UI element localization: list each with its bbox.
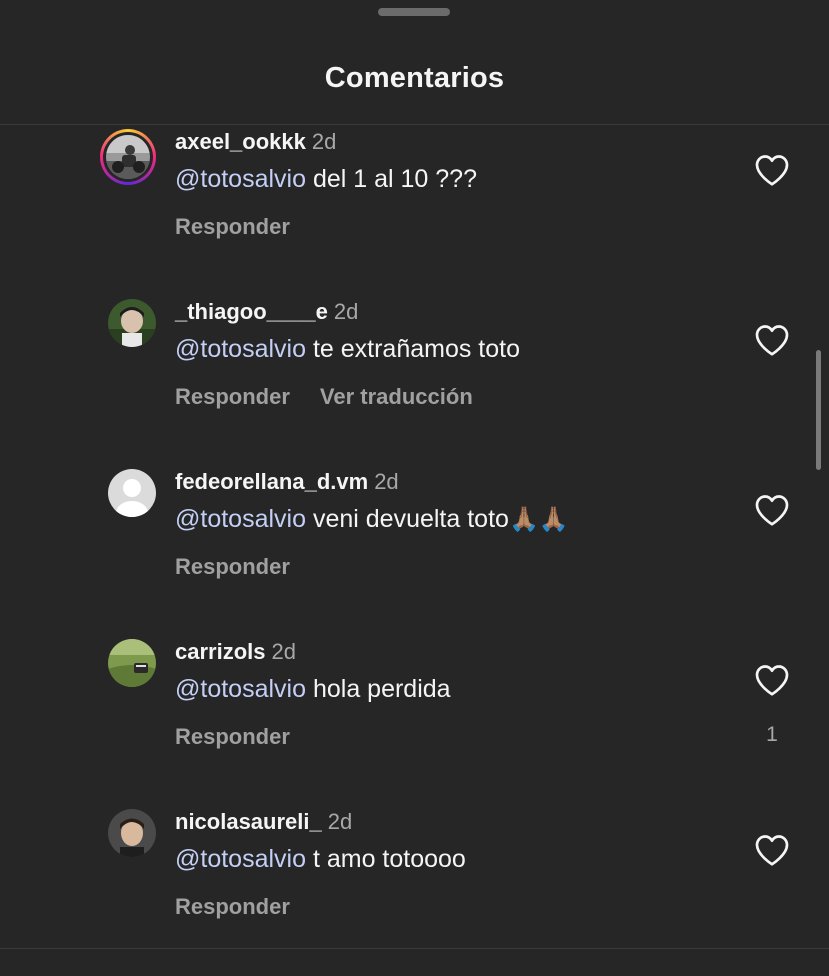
comment-actions: Responder: [175, 554, 290, 580]
comment-text: @totosalvio hola perdida: [175, 675, 451, 704]
comment-item: fedeorellana_d.vm 2d @totosalvio veni dev…: [0, 465, 829, 635]
comment-text: @totosalvio veni devuelta toto🙏🏽🙏🏽: [175, 505, 569, 534]
reply-button[interactable]: Responder: [175, 554, 290, 579]
timestamp: 2d: [374, 469, 399, 494]
comment-actions: Responder: [175, 894, 290, 920]
like-count[interactable]: 1: [752, 723, 792, 747]
comment-actions: Responder Ver traducción: [175, 384, 473, 410]
comment-text: @totosalvio del 1 al 10 ???: [175, 165, 477, 194]
timestamp: 2d: [271, 639, 296, 664]
comment-text: @totosalvio te extrañamos toto: [175, 335, 520, 364]
comment-body: te extrañamos toto: [312, 335, 521, 363]
mention-link[interactable]: @totosalvio: [175, 675, 306, 703]
heart-outline-icon[interactable]: [754, 663, 790, 697]
mention-link[interactable]: @totosalvio: [175, 335, 306, 363]
avatar[interactable]: [108, 299, 156, 347]
avatar[interactable]: [108, 639, 156, 687]
username[interactable]: nicolasaureli_: [175, 809, 322, 834]
mention-link[interactable]: @totosalvio: [175, 505, 306, 533]
reply-button[interactable]: Responder: [175, 894, 290, 919]
praying-hands-emoji: 🙏🏽🙏🏽: [508, 506, 569, 533]
comment-text: @totosalvio t amo totoooo: [175, 845, 466, 874]
drag-handle[interactable]: [378, 8, 450, 16]
comment-meta: fedeorellana_d.vm 2d: [175, 469, 399, 495]
avatar[interactable]: [100, 129, 156, 185]
comment-meta: _thiagoo____e 2d: [175, 299, 358, 325]
translate-button[interactable]: Ver traducción: [320, 384, 473, 409]
comment-item: _thiagoo____e 2d @totosalvio te extrañamo…: [0, 295, 829, 465]
mention-link[interactable]: @totosalvio: [175, 165, 306, 193]
heart-outline-icon[interactable]: [754, 833, 790, 867]
comment-body: veni devuelta toto: [312, 505, 509, 533]
comment-actions: Responder: [175, 724, 290, 750]
timestamp: 2d: [327, 809, 353, 834]
comment-list[interactable]: axeel_ookkk 2d @totosalvio del 1 al 10 ??…: [0, 125, 829, 947]
timestamp: 2d: [333, 299, 359, 324]
reply-button[interactable]: Responder: [175, 384, 290, 409]
comment-meta: nicolasaureli_ 2d: [175, 809, 352, 835]
comment-body: hola perdida: [312, 675, 451, 703]
default-avatar-icon[interactable]: [108, 469, 156, 517]
comment-meta: axeel_ookkk 2d: [175, 129, 336, 155]
reply-button[interactable]: Responder: [175, 214, 290, 239]
comment-actions: Responder: [175, 214, 290, 240]
username[interactable]: carrizols: [175, 639, 266, 664]
heart-outline-icon[interactable]: [754, 323, 790, 357]
bottom-divider: [0, 948, 829, 949]
comment-meta: carrizols 2d: [175, 639, 296, 665]
comments-sheet: Comentarios axeel_ookkk 2d @totosalvio d…: [0, 0, 829, 976]
heart-outline-icon[interactable]: [754, 153, 790, 187]
sheet-title: Comentarios: [324, 62, 505, 94]
username[interactable]: _thiagoo____e: [175, 299, 328, 324]
comment-item: carrizols 2d @totosalvio hola perdida Res…: [0, 635, 829, 805]
heart-outline-icon[interactable]: [754, 493, 790, 527]
timestamp: 2d: [311, 129, 337, 154]
mention-link[interactable]: @totosalvio: [175, 845, 306, 873]
comment-body: del 1 al 10 ???: [312, 165, 477, 193]
comment-item: axeel_ookkk 2d @totosalvio del 1 al 10 ??…: [0, 125, 829, 295]
comment-item: nicolasaureli_ 2d @totosalvio t amo totoo…: [0, 805, 829, 947]
comment-body: t amo totoooo: [312, 845, 466, 873]
scrollbar[interactable]: [816, 350, 821, 470]
username[interactable]: fedeorellana_d.vm: [175, 469, 368, 494]
username[interactable]: axeel_ookkk: [175, 129, 306, 154]
reply-button[interactable]: Responder: [175, 724, 290, 749]
avatar[interactable]: [108, 809, 156, 857]
